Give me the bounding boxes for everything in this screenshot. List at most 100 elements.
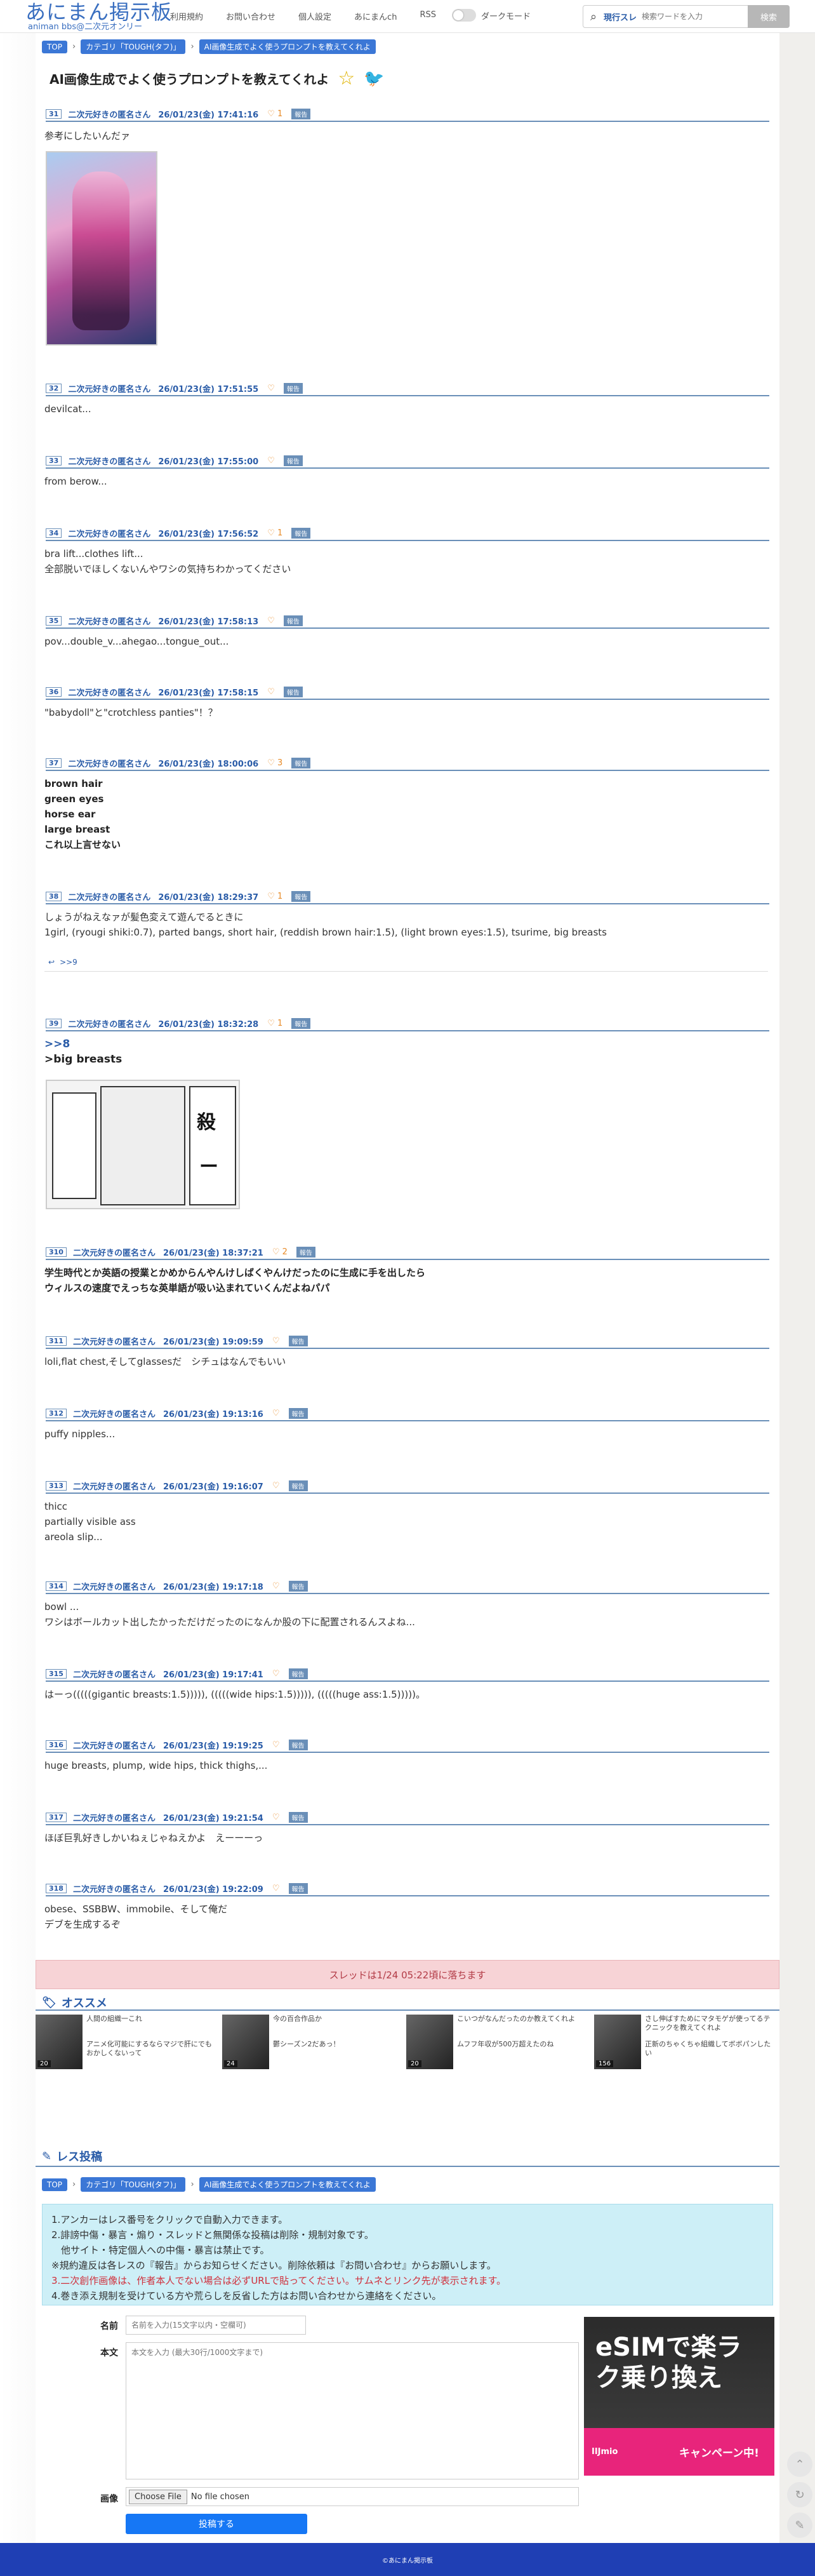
post-image-31[interactable] — [46, 151, 157, 345]
report-button[interactable]: 報告 — [283, 686, 303, 697]
breadcrumb-thread[interactable]: AI画像生成でよく使うプロンプトを教えてくれよ — [199, 2177, 376, 2192]
edit-icon[interactable]: ✎ — [787, 2512, 812, 2538]
res-number[interactable]: 313 — [46, 1480, 67, 1491]
res-number[interactable]: 317 — [46, 1812, 67, 1822]
image-file-input[interactable]: Choose File No file chosen — [126, 2487, 579, 2506]
report-button[interactable]: 報告 — [288, 1335, 308, 1346]
recommend-item[interactable]: 156 さし伸ばすためにマタモゲが使ってるテクニックを教えてくれよ 正新のちゃく… — [594, 2015, 772, 2069]
recommend-title-1[interactable]: こいつがなんだったのか教えてくれよ — [457, 2015, 584, 2023]
like-icon[interactable]: ♡ 1 — [267, 109, 282, 119]
report-button[interactable]: 報告 — [291, 757, 311, 768]
report-button[interactable]: 報告 — [288, 1739, 308, 1750]
res-number[interactable]: 32 — [46, 383, 62, 393]
report-button[interactable]: 報告 — [291, 1017, 311, 1029]
report-button[interactable]: 報告 — [291, 108, 311, 119]
scroll-top-icon[interactable]: ⌃ — [787, 2452, 812, 2477]
site-logo[interactable]: あにまん掲示板 animan bbs@二次元オンリー — [25, 1, 172, 32]
recommend-title-2[interactable]: 正新のちゃくちゃ組織してボボパンしたい — [645, 2040, 772, 2058]
recommend-title-2[interactable]: 鬱シーズン2だあっ！ — [273, 2040, 400, 2049]
like-icon[interactable]: ♡ 1 — [267, 1019, 282, 1028]
res-number[interactable]: 310 — [46, 1247, 67, 1257]
res-number[interactable]: 36 — [46, 687, 62, 697]
submit-button[interactable]: 投稿する — [126, 2514, 307, 2534]
breadcrumb-top[interactable]: TOP — [42, 2178, 68, 2191]
recommend-title-1[interactable]: さし伸ばすためにマタモゲが使ってるテクニックを教えてくれよ — [645, 2015, 772, 2032]
recommend-item[interactable]: 20 人間の組織一これ アニメ化可能にするならマジで肝にでもおかしくないって — [36, 2015, 213, 2069]
nav-settings[interactable]: 個人設定 — [298, 10, 331, 22]
like-icon[interactable]: ♡ — [272, 1813, 280, 1822]
report-button[interactable]: 報告 — [283, 382, 303, 394]
res-number[interactable]: 316 — [46, 1740, 67, 1750]
res-number[interactable]: 318 — [46, 1883, 67, 1893]
search-button[interactable]: 検索 — [748, 5, 790, 28]
recommend-title-2[interactable]: ムフフ年収が500万超えたのね — [457, 2040, 584, 2049]
recommend-thumbnail[interactable]: 156 — [594, 2015, 641, 2069]
res-number[interactable]: 31 — [46, 109, 62, 119]
nav-animanch[interactable]: あにまんch — [354, 10, 397, 22]
nav-terms[interactable]: 利用規約 — [170, 10, 203, 22]
res-number[interactable]: 37 — [46, 758, 62, 768]
report-button[interactable]: 報告 — [288, 1668, 308, 1679]
like-icon[interactable]: ♡ — [272, 1740, 280, 1750]
logo-title[interactable]: あにまん掲示板 — [25, 1, 172, 23]
dark-mode-toggle[interactable]: ダークモード — [452, 9, 531, 22]
like-icon[interactable]: ♡ — [272, 1581, 280, 1591]
like-icon[interactable]: ♡ 3 — [267, 758, 282, 768]
name-field[interactable] — [126, 2316, 306, 2335]
breadcrumb-top[interactable]: TOP — [42, 40, 68, 53]
nav-contact[interactable]: お問い合わせ — [226, 10, 275, 22]
like-icon[interactable]: ♡ — [267, 616, 275, 626]
recommend-title-1[interactable]: 今の百合作品か — [273, 2015, 400, 2023]
report-button[interactable]: 報告 — [288, 1811, 308, 1823]
report-button[interactable]: 報告 — [291, 527, 311, 539]
choose-file-button[interactable]: Choose File — [129, 2489, 187, 2504]
like-icon[interactable]: ♡ 1 — [267, 892, 282, 901]
report-button[interactable]: 報告 — [283, 455, 303, 466]
like-icon[interactable]: ♡ — [272, 1336, 280, 1346]
res-number[interactable]: 38 — [46, 891, 62, 901]
advertisement[interactable]: eSIMで楽ラク乗り換え IIJmio キャンペーン中! — [584, 2317, 774, 2476]
res-number[interactable]: 311 — [46, 1336, 67, 1346]
res-number[interactable]: 34 — [46, 528, 62, 538]
nav-rss[interactable]: RSS — [420, 10, 436, 22]
like-icon[interactable]: ♡ — [267, 384, 275, 393]
like-icon[interactable]: ♡ — [267, 687, 275, 697]
recommend-item[interactable]: 24 今の百合作品か 鬱シーズン2だあっ！ — [222, 2015, 400, 2069]
like-icon[interactable]: ♡ 1 — [267, 528, 282, 538]
report-button[interactable]: 報告 — [288, 1407, 308, 1419]
like-icon[interactable]: ♡ — [272, 1884, 280, 1893]
report-button[interactable]: 報告 — [296, 1246, 315, 1258]
like-icon[interactable]: ♡ — [267, 456, 275, 466]
recommend-title-2[interactable]: アニメ化可能にするならマジで肝にでもおかしくないって — [86, 2040, 213, 2058]
res-number[interactable]: 312 — [46, 1408, 67, 1418]
twitter-share-icon[interactable]: 🐦 — [364, 69, 384, 88]
favorite-star-icon[interactable]: ☆ — [338, 67, 355, 90]
breadcrumb-thread[interactable]: AI画像生成でよく使うプロンプトを教えてくれよ — [199, 39, 376, 54]
report-button[interactable]: 報告 — [288, 1480, 308, 1491]
like-icon[interactable]: ♡ — [272, 1409, 280, 1418]
reload-icon[interactable]: ↻ — [787, 2482, 812, 2507]
recommend-thumbnail[interactable]: 20 — [406, 2015, 453, 2069]
breadcrumb-category[interactable]: カテゴリ「TOUGH(タフ)」 — [81, 39, 186, 54]
recommend-thumbnail[interactable]: 24 — [222, 2015, 269, 2069]
report-button[interactable]: 報告 — [288, 1882, 308, 1894]
search-scope-select[interactable]: 現行スレ — [604, 11, 637, 23]
reply-anchor-link[interactable]: >>9 — [60, 958, 77, 967]
res-number[interactable]: 315 — [46, 1668, 67, 1679]
res-number[interactable]: 39 — [46, 1018, 62, 1028]
report-button[interactable]: 報告 — [283, 615, 303, 626]
post-image-39[interactable]: 殺 ー — [46, 1080, 240, 1209]
res-number[interactable]: 314 — [46, 1581, 67, 1591]
recommend-item[interactable]: 20 こいつがなんだったのか教えてくれよ ムフフ年収が500万超えたのね — [406, 2015, 584, 2069]
like-icon[interactable]: ♡ — [272, 1481, 280, 1491]
like-icon[interactable]: ♡ 2 — [272, 1247, 288, 1257]
res-number[interactable]: 33 — [46, 455, 62, 466]
dark-mode-switch[interactable] — [452, 9, 476, 22]
res-number[interactable]: 35 — [46, 615, 62, 626]
breadcrumb-category[interactable]: カテゴリ「TOUGH(タフ)」 — [81, 2177, 186, 2192]
report-button[interactable]: 報告 — [288, 1580, 308, 1592]
search-input[interactable] — [642, 12, 738, 21]
recommend-title-1[interactable]: 人間の組織一これ — [86, 2015, 213, 2023]
report-button[interactable]: 報告 — [291, 890, 311, 902]
recommend-thumbnail[interactable]: 20 — [36, 2015, 83, 2069]
